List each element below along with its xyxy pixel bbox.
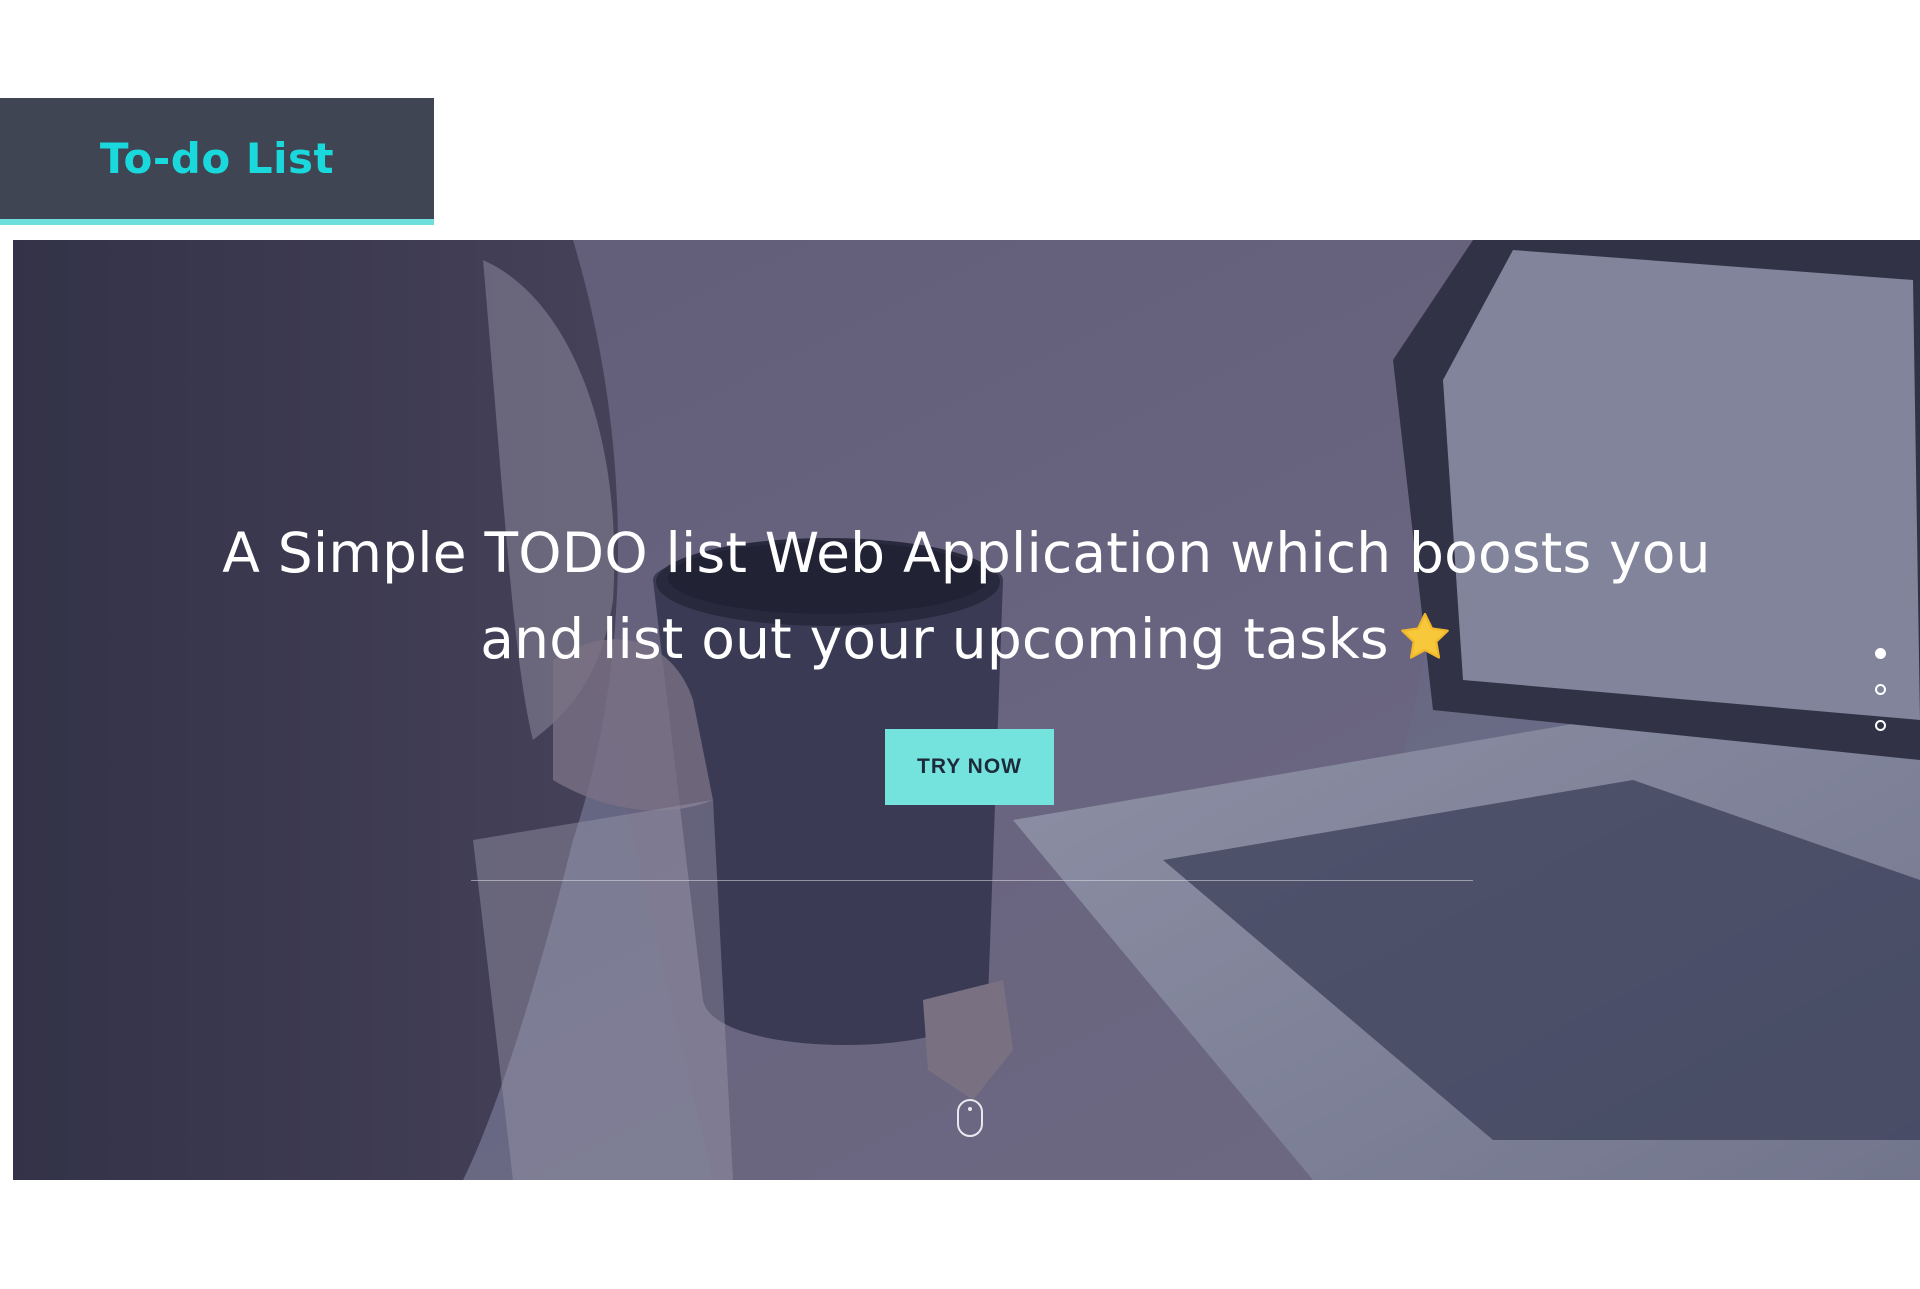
brand-header: To-do List xyxy=(0,98,434,225)
headline-line-2: and list out your upcoming tasks xyxy=(480,607,1389,671)
slider-dot-3[interactable] xyxy=(1875,720,1886,731)
headline-line-2-wrap: and list out your upcoming tasks xyxy=(13,596,1920,688)
hero-headline: A Simple TODO list Web Application which… xyxy=(13,510,1920,688)
headline-line-1: A Simple TODO list Web Application which… xyxy=(222,521,1711,585)
brand-title[interactable]: To-do List xyxy=(100,134,334,183)
hero-overlay xyxy=(13,240,1920,1180)
slider-dots xyxy=(1875,648,1886,731)
slider-dot-2[interactable] xyxy=(1875,684,1886,695)
hero-divider xyxy=(471,880,1473,881)
mouse-scroll-icon[interactable] xyxy=(956,1098,984,1143)
hero-section: A Simple TODO list Web Application which… xyxy=(13,240,1920,1180)
try-now-button[interactable]: TRY NOW xyxy=(885,729,1054,805)
slider-dot-1[interactable] xyxy=(1875,648,1886,659)
star-icon xyxy=(1397,602,1453,688)
page: To-do List A Simple TODO list Web Applic… xyxy=(0,0,1920,1289)
